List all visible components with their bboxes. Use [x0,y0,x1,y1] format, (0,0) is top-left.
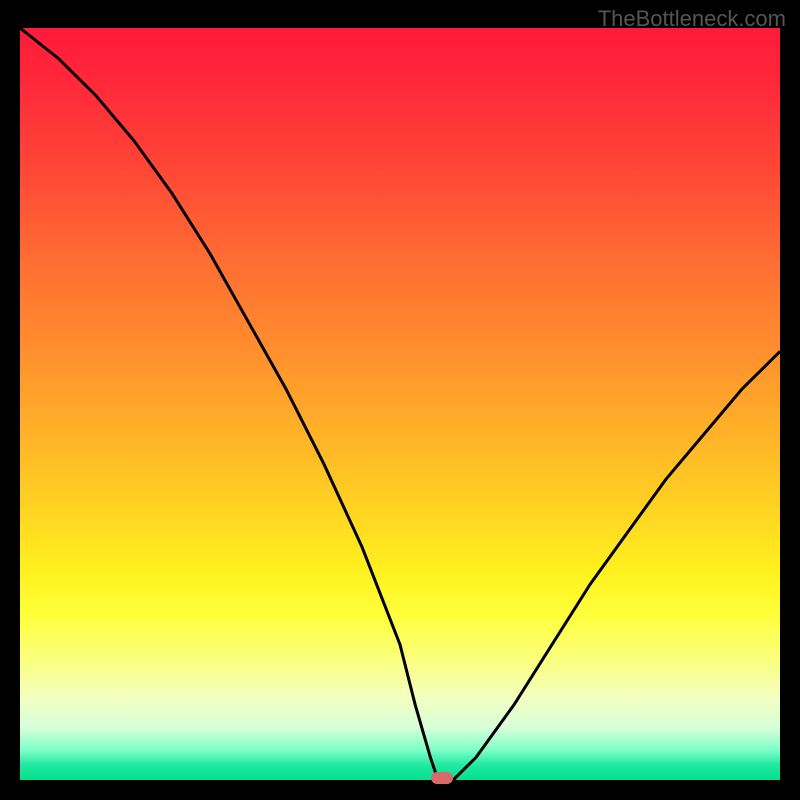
optimal-point-marker [431,772,453,784]
bottleneck-curve [20,28,780,780]
curve-line [20,28,780,780]
watermark-text: TheBottleneck.com [598,6,786,32]
chart-frame: TheBottleneck.com [0,0,800,800]
